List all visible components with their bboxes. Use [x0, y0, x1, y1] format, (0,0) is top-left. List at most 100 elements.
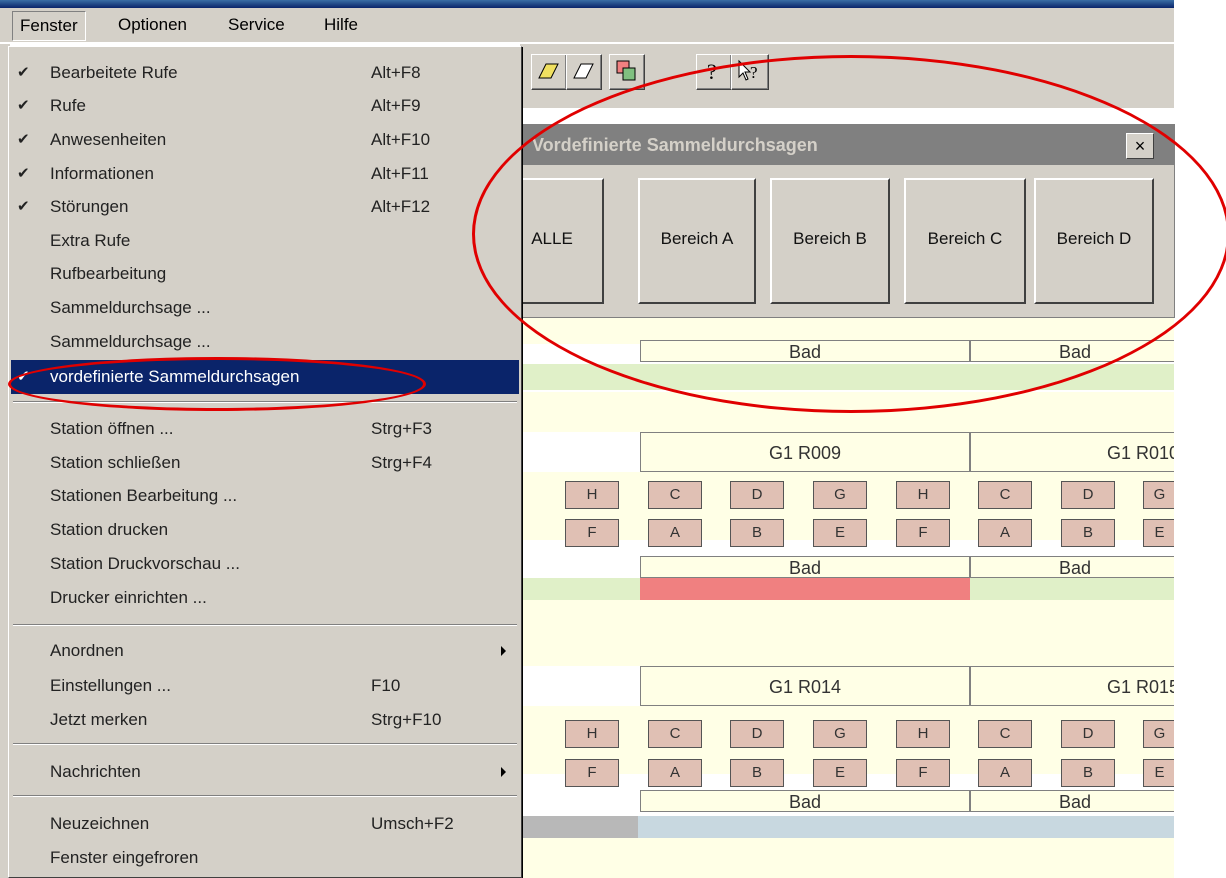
room-bath-label: Bad	[640, 556, 970, 578]
key-e[interactable]: E	[813, 519, 867, 547]
menu-item-station-druckvorschau[interactable]: Station Druckvorschau ...	[11, 547, 519, 580]
predefined-announcements-dialog: Vordefinierte Sammeldurchsagen × ALLE Be…	[500, 124, 1175, 318]
key-e[interactable]: E	[1143, 519, 1176, 547]
status-band	[520, 816, 638, 838]
key-d[interactable]: D	[730, 481, 784, 509]
window-title-strip	[0, 0, 1226, 8]
menubar-hilfe[interactable]: Hilfe	[317, 11, 365, 39]
key-e[interactable]: E	[1143, 759, 1176, 787]
room-bath-label: Bad	[970, 790, 1174, 812]
key-f[interactable]: F	[896, 519, 950, 547]
room-row-spacer	[520, 392, 1174, 432]
key-c[interactable]: C	[978, 720, 1032, 748]
announce-area-c-button[interactable]: Bereich C	[904, 178, 1026, 304]
menu-item-bearbeitete-rufe[interactable]: ✔ Bearbeitete Rufe Alt+F8	[11, 56, 519, 89]
help-icon[interactable]: ?	[696, 54, 732, 90]
room-bath-label: Bad	[970, 556, 1174, 578]
key-e[interactable]: E	[813, 759, 867, 787]
svg-text:?: ?	[750, 63, 758, 82]
key-g[interactable]: G	[813, 720, 867, 748]
duplicate-icon[interactable]	[609, 54, 645, 90]
key-b[interactable]: B	[730, 519, 784, 547]
key-c[interactable]: C	[648, 720, 702, 748]
key-a[interactable]: A	[978, 759, 1032, 787]
close-icon[interactable]: ×	[1126, 133, 1154, 159]
menu-item-drucker-einrichten[interactable]: Drucker einrichten ...	[11, 581, 519, 614]
menu-item-stoerungen[interactable]: ✔ Störungen Alt+F12	[11, 190, 519, 223]
room-row-spacer	[520, 600, 1174, 666]
menu-item-nachrichten[interactable]: Nachrichten	[11, 755, 519, 788]
room-bath-label: Bad	[640, 340, 970, 362]
status-band	[520, 364, 1174, 390]
key-d[interactable]: D	[1061, 720, 1115, 748]
submenu-arrow-icon	[501, 767, 506, 777]
key-g[interactable]: G	[1143, 481, 1176, 509]
room-header-r014[interactable]: G1 R014	[640, 666, 970, 706]
key-g[interactable]: G	[813, 481, 867, 509]
alarm-band	[640, 578, 970, 600]
checkmark-icon: ✔	[17, 97, 30, 114]
eraser-icon[interactable]	[566, 54, 602, 90]
menubar-optionen[interactable]: Optionen	[111, 11, 194, 39]
menu-item-station-oeffnen[interactable]: Station öffnen ... Strg+F3	[11, 412, 519, 445]
menu-item-station-drucken[interactable]: Station drucken	[11, 513, 519, 546]
context-help-icon[interactable]: ?	[731, 54, 769, 90]
announce-area-b-button[interactable]: Bereich B	[770, 178, 890, 304]
menubar: Fenster Optionen Service Hilfe	[0, 8, 1174, 43]
key-c[interactable]: C	[978, 481, 1032, 509]
menu-item-rufe[interactable]: ✔ Rufe Alt+F9	[11, 89, 519, 122]
menu-item-anordnen[interactable]: Anordnen	[11, 634, 519, 667]
room-row-spacer	[520, 838, 1174, 878]
menu-item-jetzt-merken[interactable]: Jetzt merken Strg+F10	[11, 703, 519, 736]
menubar-fenster[interactable]: Fenster	[12, 11, 86, 41]
key-f[interactable]: F	[896, 759, 950, 787]
room-bath-label: Bad	[640, 790, 970, 812]
room-header-r010[interactable]: G1 R010	[970, 432, 1174, 472]
checkmark-icon: ✔	[17, 368, 30, 385]
key-h[interactable]: H	[896, 720, 950, 748]
key-c[interactable]: C	[648, 481, 702, 509]
key-d[interactable]: D	[1061, 481, 1115, 509]
menu-item-informationen[interactable]: ✔ Informationen Alt+F11	[11, 157, 519, 190]
menu-item-sammeldurchsage-2[interactable]: Sammeldurchsage ...	[11, 325, 519, 358]
key-a[interactable]: A	[648, 519, 702, 547]
key-a[interactable]: A	[978, 519, 1032, 547]
menubar-service[interactable]: Service	[221, 11, 292, 39]
key-b[interactable]: B	[730, 759, 784, 787]
room-header-r015[interactable]: G1 R015	[970, 666, 1174, 706]
menu-item-einstellungen[interactable]: Einstellungen ... F10	[11, 669, 519, 702]
menu-item-rufbearbeitung[interactable]: Rufbearbeitung	[11, 257, 519, 290]
dialog-title[interactable]: Vordefinierte Sammeldurchsagen	[520, 125, 1174, 165]
key-f[interactable]: F	[565, 759, 619, 787]
room-header-r009[interactable]: G1 R009	[640, 432, 970, 472]
key-b[interactable]: B	[1061, 759, 1115, 787]
menu-item-stationen-bearbeitung[interactable]: Stationen Bearbeitung ...	[11, 479, 519, 512]
desktop-background	[1174, 0, 1226, 878]
key-h[interactable]: H	[565, 481, 619, 509]
key-h[interactable]: H	[896, 481, 950, 509]
key-b[interactable]: B	[1061, 519, 1115, 547]
edit-icon[interactable]	[531, 54, 567, 90]
key-f[interactable]: F	[565, 519, 619, 547]
menu-separator	[13, 743, 517, 745]
menu-item-vordefinierte-sammeldurchsagen[interactable]: ✔ vordefinierte Sammeldurchsagen	[11, 360, 519, 394]
checkmark-icon: ✔	[17, 64, 30, 81]
menu-item-anwesenheiten[interactable]: ✔ Anwesenheiten Alt+F10	[11, 123, 519, 156]
key-g[interactable]: G	[1143, 720, 1176, 748]
key-a[interactable]: A	[648, 759, 702, 787]
svg-text:?: ?	[707, 59, 717, 84]
checkmark-icon: ✔	[17, 131, 30, 148]
toolbar: ? ?	[520, 44, 1174, 108]
announce-area-d-button[interactable]: Bereich D	[1034, 178, 1154, 304]
menu-separator	[13, 624, 517, 626]
announce-area-a-button[interactable]: Bereich A	[638, 178, 756, 304]
menu-separator	[13, 795, 517, 797]
menu-item-fenster-eingefroren[interactable]: Fenster eingefroren	[11, 841, 519, 874]
menu-item-extra-rufe[interactable]: Extra Rufe	[11, 224, 519, 257]
key-h[interactable]: H	[565, 720, 619, 748]
key-d[interactable]: D	[730, 720, 784, 748]
menu-item-neuzeichnen[interactable]: Neuzeichnen Umsch+F2	[11, 807, 519, 840]
menu-item-sammeldurchsage[interactable]: Sammeldurchsage ...	[11, 291, 519, 324]
room-bath-label: Bad	[970, 340, 1174, 362]
menu-item-station-schliessen[interactable]: Station schließen Strg+F4	[11, 446, 519, 479]
